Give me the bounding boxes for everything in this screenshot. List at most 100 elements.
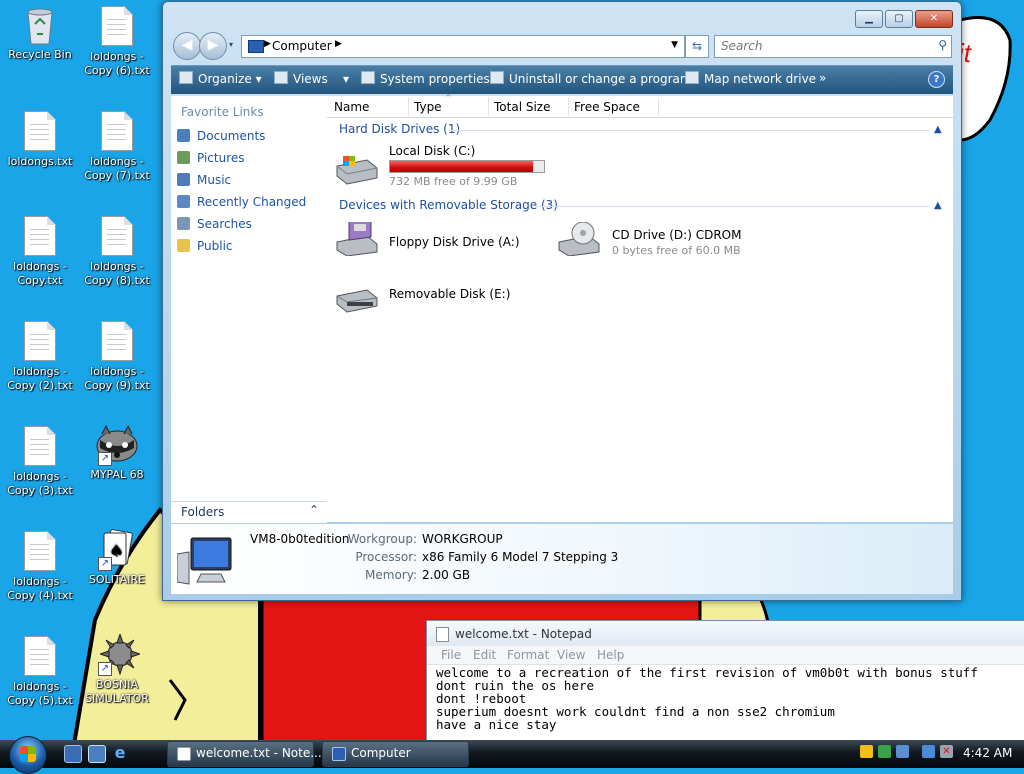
drive-name: Removable Disk (E:): [389, 287, 511, 301]
column-header-total-size[interactable]: Total Size: [494, 100, 550, 114]
desktop-icon-file[interactable]: loldongs - Copy.txt: [0, 216, 80, 288]
address-bar[interactable]: ▶ Computer ▶ ▼: [241, 35, 685, 58]
desktop-icon-file[interactable]: loldongs - Copy (6).txt: [77, 6, 157, 78]
desktop-icon-file[interactable]: loldongs - Copy (5).txt: [0, 636, 80, 708]
column-separator[interactable]: [658, 98, 659, 116]
folders-label: Folders: [181, 505, 225, 519]
folder-icon: [177, 239, 190, 252]
pictures-icon: [177, 151, 190, 164]
desktop-icon-bosnia[interactable]: ↗ BOSNIA SIMULATOR: [77, 632, 157, 706]
menu-edit[interactable]: Edit: [473, 648, 496, 662]
raccoon-icon: ↗: [96, 424, 138, 466]
folders-toggle[interactable]: Folders ⌃: [171, 501, 327, 523]
desktop-icon-file[interactable]: loldongs - Copy (7).txt: [77, 111, 157, 183]
column-separator[interactable]: [408, 98, 409, 116]
drive-free-space: 0 bytes free of 60.0 MB: [612, 244, 741, 257]
tray-app-icon[interactable]: [878, 745, 891, 758]
column-separator[interactable]: [488, 98, 489, 116]
search-icon[interactable]: ⚲: [938, 38, 947, 52]
workgroup-value: WORKGROUP: [422, 532, 503, 546]
taskbar-button-notepad[interactable]: welcome.txt - Note...: [167, 741, 322, 767]
uninstall-program-button[interactable]: Uninstall or change a program: [490, 71, 692, 86]
help-icon[interactable]: ?: [928, 71, 945, 88]
drive-usage-fill: [390, 161, 534, 172]
nav-link-music[interactable]: Music: [177, 173, 231, 187]
desktop-icon-label: loldongs - Copy (9).txt: [84, 365, 150, 392]
shortcut-arrow-icon: ↗: [98, 557, 112, 571]
more-commands-button[interactable]: »: [819, 71, 826, 85]
network-icon[interactable]: [922, 745, 935, 758]
internet-explorer-icon[interactable]: e: [112, 745, 128, 761]
close-button[interactable]: ✕: [915, 10, 953, 28]
removable-disk-icon: [336, 289, 378, 313]
network-drive-icon: [685, 71, 699, 84]
computer-icon: [248, 40, 264, 53]
desktop-icon-file[interactable]: loldongs - Copy (3).txt: [0, 426, 80, 498]
nav-link-public[interactable]: Public: [177, 239, 233, 253]
nav-link-documents[interactable]: Documents: [177, 129, 265, 143]
map-network-drive-button[interactable]: Map network drive: [685, 71, 816, 86]
drive-usage-bar: [389, 160, 545, 173]
column-header-name[interactable]: Name: [334, 100, 369, 114]
text-file-icon: [23, 111, 57, 151]
desktop-icon-file[interactable]: loldongs - Copy (8).txt: [77, 216, 157, 288]
minimize-button[interactable]: ▁: [855, 10, 883, 28]
breadcrumb-computer[interactable]: Computer: [272, 39, 332, 53]
text-file-icon: [23, 321, 57, 361]
computer-icon: [332, 747, 346, 761]
menu-view[interactable]: View: [557, 648, 585, 662]
desktop-icon-file[interactable]: loldongs - Copy (4).txt: [0, 531, 80, 603]
column-header-free-space[interactable]: Free Space: [574, 100, 640, 114]
group-header-removable-storage[interactable]: Devices with Removable Storage (3): [339, 198, 558, 212]
column-separator[interactable]: [568, 98, 569, 116]
start-button[interactable]: [9, 736, 47, 774]
desktop-icon-label: loldongs - Copy (3).txt: [7, 470, 73, 497]
search-field[interactable]: ⚲: [714, 35, 952, 58]
breadcrumb-chevron-icon[interactable]: ▶: [264, 39, 271, 49]
memory-label: Memory:: [365, 568, 417, 582]
show-desktop-icon[interactable]: [64, 745, 82, 763]
clock[interactable]: 4:42 AM: [963, 746, 1012, 760]
forward-button[interactable]: ▶: [199, 32, 227, 60]
notepad-title-bar[interactable]: welcome.txt - Notepad: [427, 621, 1024, 646]
taskbar-button-computer[interactable]: Computer: [322, 741, 469, 767]
nav-link-pictures[interactable]: Pictures: [177, 151, 245, 165]
views-button[interactable]: Views ▾: [274, 71, 349, 86]
text-file-icon: [23, 426, 57, 466]
nav-link-label: Searches: [197, 217, 252, 231]
column-header-type[interactable]: Type: [414, 100, 442, 114]
collapse-group-icon[interactable]: ▲: [934, 124, 942, 135]
breadcrumb-chevron-icon[interactable]: ▶: [335, 39, 342, 49]
desktop-icon-solitaire[interactable]: ♠ ↗ SOLITAIRE: [77, 529, 157, 587]
menu-file[interactable]: File: [441, 648, 461, 662]
recent-pages-chevron-icon[interactable]: ▾: [229, 40, 233, 49]
nav-link-recently-changed[interactable]: Recently Changed: [177, 195, 306, 209]
tray-app-icon[interactable]: [896, 745, 909, 758]
desktop-icon-file[interactable]: loldongs - Copy (2).txt: [0, 321, 80, 393]
menu-help[interactable]: Help: [597, 648, 624, 662]
processor-label: Processor:: [355, 550, 417, 564]
security-shield-icon[interactable]: [860, 745, 873, 758]
collapse-group-icon[interactable]: ▲: [934, 200, 942, 211]
organize-button[interactable]: Organize ▾: [179, 71, 262, 86]
desktop-icon-label: Recycle Bin: [8, 48, 72, 61]
address-dropdown-icon[interactable]: ▼: [671, 40, 678, 50]
column-header-row: Name Type ^ Total Size Free Space: [327, 93, 953, 118]
desktop-icon-mypal[interactable]: ↗ MYPAL 68: [77, 424, 157, 482]
desktop-icon-recycle-bin[interactable]: Recycle Bin: [0, 4, 80, 62]
group-header-hard-disk-drives[interactable]: Hard Disk Drives (1): [339, 122, 460, 136]
search-input[interactable]: [719, 38, 923, 54]
maximize-button[interactable]: ▢: [885, 10, 913, 28]
back-button[interactable]: ◀: [173, 32, 201, 60]
volume-muted-icon[interactable]: ✕: [940, 745, 953, 758]
searches-icon: [177, 217, 190, 230]
nav-link-searches[interactable]: Searches: [177, 217, 252, 231]
menu-format[interactable]: Format: [507, 648, 549, 662]
notepad-text-area[interactable]: welcome to a recreation of the first rev…: [436, 666, 978, 731]
refresh-button[interactable]: ⇆: [685, 35, 709, 58]
system-properties-button[interactable]: System properties: [361, 71, 490, 86]
desktop-icon-file[interactable]: loldongs.txt: [0, 111, 80, 169]
notepad-title: welcome.txt - Notepad: [455, 627, 592, 641]
switch-windows-icon[interactable]: [88, 745, 106, 763]
desktop-icon-file[interactable]: loldongs - Copy (9).txt: [77, 321, 157, 393]
